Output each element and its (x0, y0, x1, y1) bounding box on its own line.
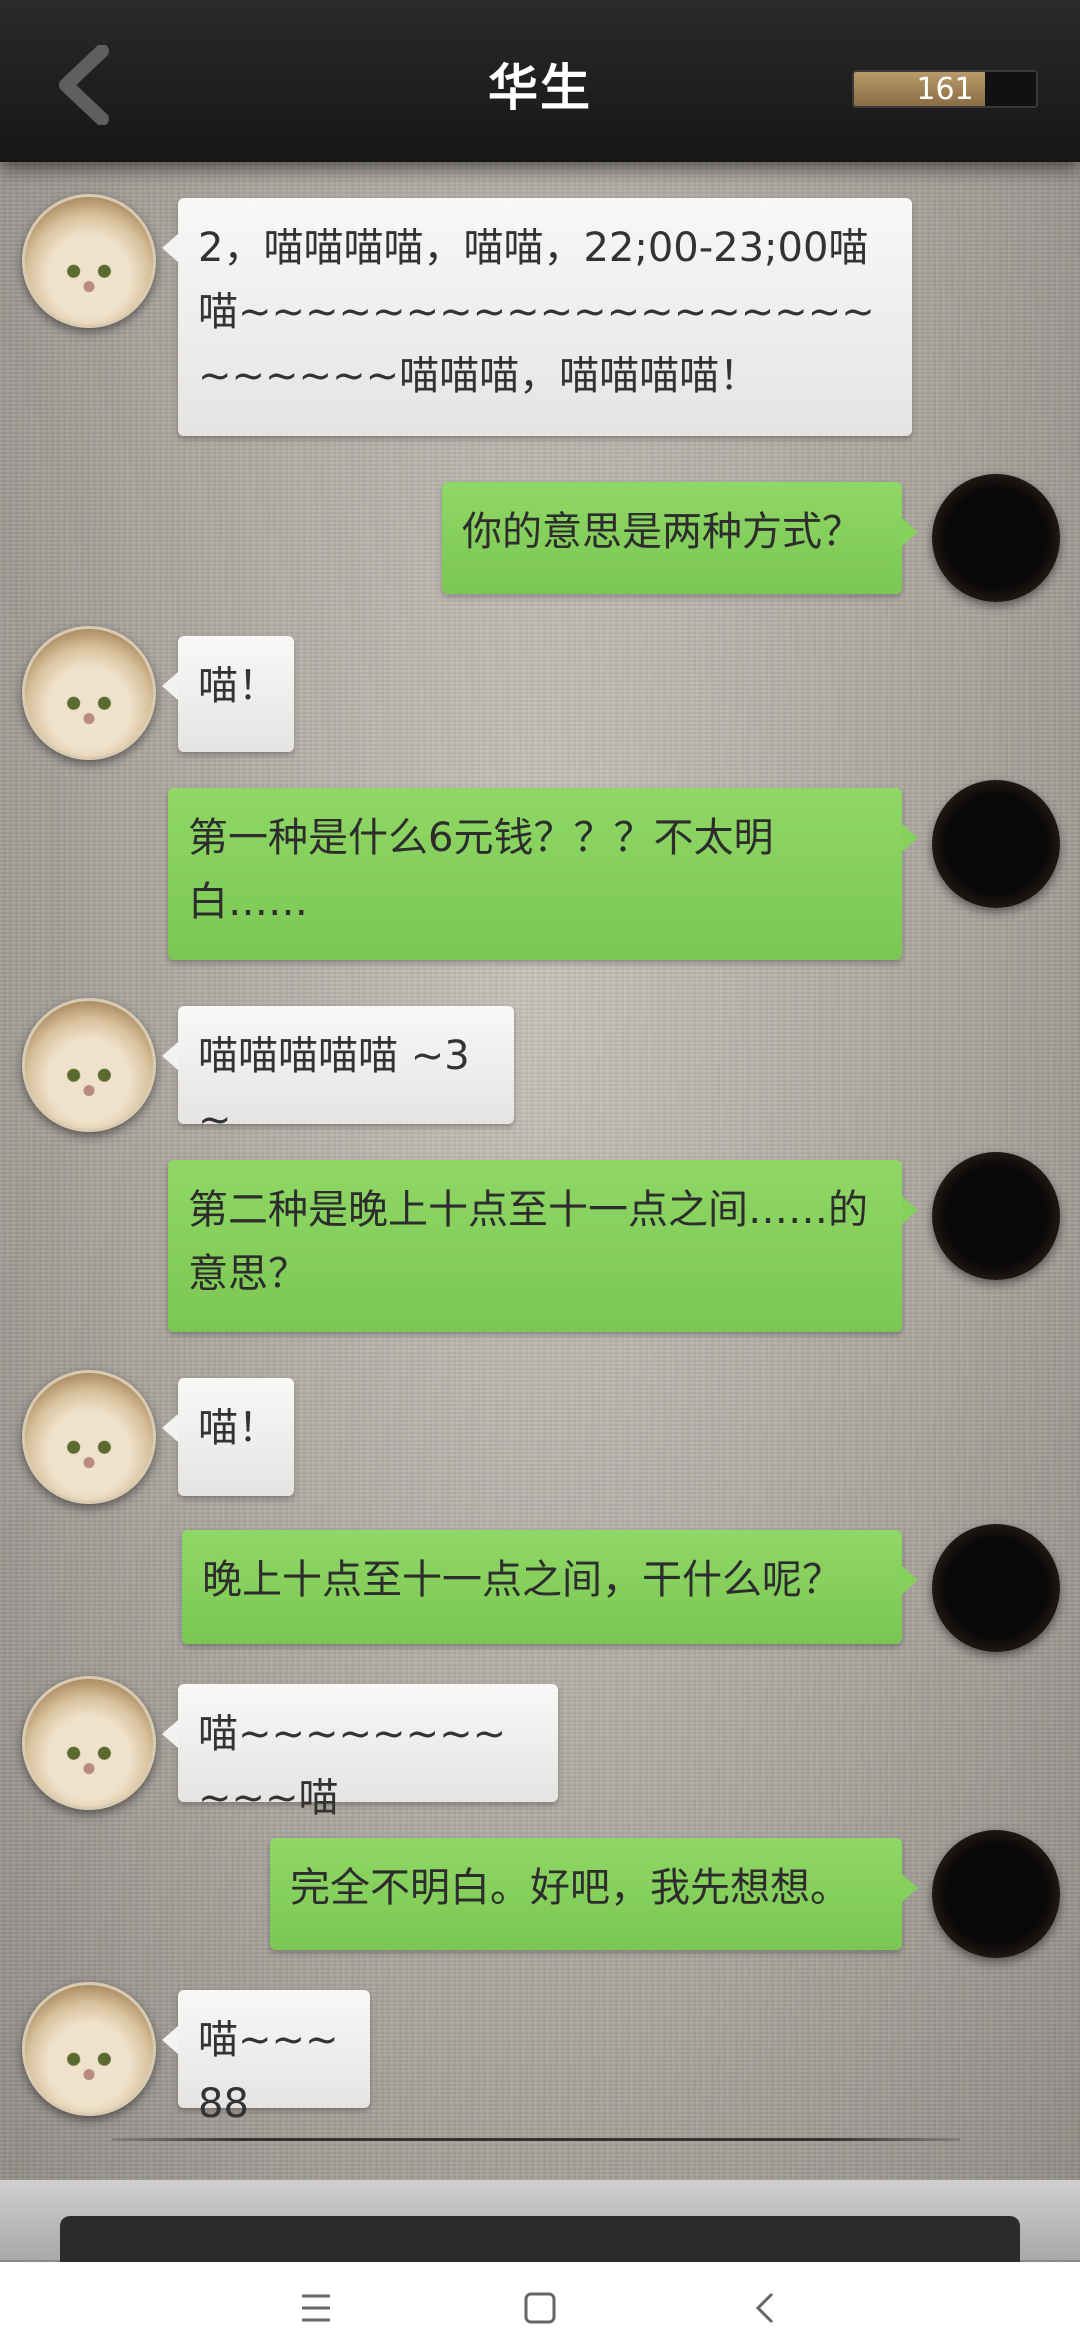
nav-back-button[interactable] (736, 2290, 796, 2340)
counter-value: 161 (916, 71, 974, 107)
nav-menu-button[interactable] (286, 2290, 346, 2340)
message-bubble-incoming[interactable]: 喵！ (162, 636, 294, 752)
contact-avatar[interactable] (22, 1676, 156, 1810)
contact-avatar[interactable] (22, 1370, 156, 1504)
chat-end-divider (112, 2138, 960, 2141)
progress-counter: 161 (852, 70, 1038, 108)
square-icon (524, 2292, 556, 2324)
user-avatar[interactable] (932, 1830, 1060, 1958)
message-bubble-incoming[interactable]: 喵~~~~~~~~~~~喵 (162, 1684, 558, 1821)
user-avatar[interactable] (932, 1152, 1060, 1280)
message-bubble-incoming[interactable]: 2，喵喵喵喵，喵喵，22;00-23;00喵喵~~~~~~~~~~~~~~~~~… (162, 198, 912, 436)
system-nav-bar (0, 2262, 1080, 2340)
message-bubble-outgoing[interactable]: 第一种是什么6元钱？？？不太明白…… (168, 788, 918, 960)
message-bubble-outgoing[interactable]: 第二种是晚上十点至十一点之间……的意思？ (168, 1160, 918, 1332)
top-bar: 华生 161 (0, 0, 1080, 162)
user-avatar[interactable] (932, 474, 1060, 602)
message-bubble-outgoing[interactable]: 你的意思是两种方式？ (442, 482, 918, 594)
contact-avatar[interactable] (22, 626, 156, 760)
back-icon (755, 2292, 774, 2324)
message-bubble-outgoing[interactable]: 完全不明白。好吧，我先想想。 (270, 1838, 918, 1950)
message-bubble-incoming[interactable]: 喵喵喵喵喵 ~3~ (162, 1006, 514, 1143)
contact-avatar[interactable] (22, 998, 156, 1132)
message-bubble-incoming[interactable]: 喵！ (162, 1378, 294, 1496)
menu-icon (302, 2294, 330, 2322)
user-avatar[interactable] (932, 1524, 1060, 1652)
contact-avatar[interactable] (22, 1982, 156, 2116)
nav-home-button[interactable] (510, 2290, 570, 2340)
contact-avatar[interactable] (22, 194, 156, 328)
message-bubble-outgoing[interactable]: 晚上十点至十一点之间，干什么呢？ (182, 1530, 918, 1644)
message-bubble-incoming[interactable]: 喵~~~88 (162, 1990, 370, 2127)
user-avatar[interactable] (932, 780, 1060, 908)
